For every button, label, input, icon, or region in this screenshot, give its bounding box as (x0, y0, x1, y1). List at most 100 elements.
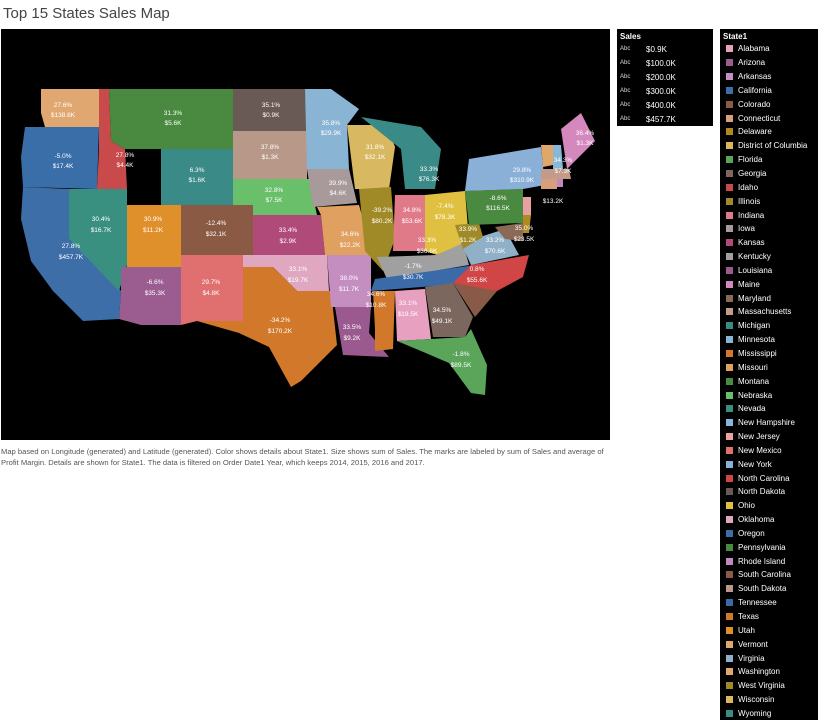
state-legend-item[interactable]: West Virginia (720, 679, 818, 693)
map-label: $32.1K (365, 154, 386, 161)
state-legend-item[interactable]: Delaware (720, 125, 818, 139)
sales-legend[interactable]: Sales Abc $0.9K Abc $100.0K Abc $200.0K Abc… (617, 29, 713, 126)
state-legend-item[interactable]: Vermont (720, 637, 818, 651)
state-color-legend[interactable]: State1 Alabama Arizona Arkansas California C… (720, 29, 818, 720)
state-legend-item[interactable]: District of Columbia (720, 139, 818, 153)
sales-legend-item[interactable]: Abc $457.7K (617, 112, 713, 126)
sales-legend-item[interactable]: Abc $100.0K (617, 56, 713, 70)
state-legend-item[interactable]: North Dakota (720, 485, 818, 499)
color-swatch (726, 349, 733, 357)
state-legend-item[interactable]: Indiana (720, 208, 818, 222)
state-legend-item[interactable]: Nebraska (720, 388, 818, 402)
state-legend-item[interactable]: Iowa (720, 222, 818, 236)
state-legend-item[interactable]: Arizona (720, 56, 818, 70)
state-legend-item[interactable]: Maine (720, 277, 818, 291)
state-legend-item[interactable]: Arkansas (720, 70, 818, 84)
sales-legend-item[interactable]: Abc $0.9K (617, 42, 713, 56)
state-legend-item[interactable]: New Mexico (720, 443, 818, 457)
state-legend-item[interactable]: North Carolina (720, 471, 818, 485)
state-new-york[interactable] (465, 147, 545, 191)
state-legend-label: Wisconsin (738, 695, 775, 705)
state-north-dakota[interactable] (233, 89, 307, 131)
state-legend-item[interactable]: New York (720, 457, 818, 471)
map-label: $4.4K (117, 162, 135, 169)
state-legend-item[interactable]: Virginia (720, 651, 818, 665)
state-legend-item[interactable]: Connecticut (720, 111, 818, 125)
state-legend-item[interactable]: Kansas (720, 236, 818, 250)
state-legend-item[interactable]: Pennsylvania (720, 540, 818, 554)
state-legend-label: Arkansas (738, 72, 772, 82)
state-legend-item[interactable]: California (720, 84, 818, 98)
map-label: -7.4% (437, 203, 454, 210)
sales-legend-item[interactable]: Abc $300.0K (617, 84, 713, 98)
state-legend-item[interactable]: Nevada (720, 402, 818, 416)
map-label: $16.7K (91, 227, 112, 234)
map-label: $89.5K (451, 362, 472, 369)
state-legend-item[interactable]: Colorado (720, 97, 818, 111)
state-legend-item[interactable]: Idaho (720, 180, 818, 194)
state-legend-item[interactable]: Maryland (720, 291, 818, 305)
state-utah[interactable] (127, 205, 181, 267)
sales-legend-item[interactable]: Abc $200.0K (617, 70, 713, 84)
state-legend-item[interactable]: New Jersey (720, 430, 818, 444)
state-legend-item[interactable]: South Carolina (720, 568, 818, 582)
state-legend-item[interactable]: Utah (720, 623, 818, 637)
state-legend-item[interactable]: Washington (720, 665, 818, 679)
color-swatch (726, 183, 733, 191)
state-legend-item[interactable]: New Hampshire (720, 416, 818, 430)
state-montana[interactable] (109, 89, 233, 149)
map-label: $138.6K (51, 112, 76, 119)
state-new-jersey[interactable] (523, 197, 531, 215)
sales-legend-item[interactable]: Abc $400.0K (617, 98, 713, 112)
map-label: 37.8% (261, 144, 280, 151)
color-swatch (726, 557, 733, 565)
state-legend-item[interactable]: Oklahoma (720, 513, 818, 527)
state-colorado[interactable] (181, 205, 253, 255)
color-swatch (726, 571, 733, 579)
state-legend-item[interactable]: Alabama (720, 42, 818, 56)
state-legend-label: South Carolina (738, 570, 791, 580)
state-legend-item[interactable]: Minnesota (720, 333, 818, 347)
state-legend-item[interactable]: Louisiana (720, 264, 818, 278)
abc-icon: Abc (620, 74, 631, 80)
sales-legend-value: $200.0K (646, 72, 676, 82)
state-vermont[interactable] (541, 145, 553, 167)
state-connecticut[interactable] (541, 179, 557, 189)
map-label: $17.4K (53, 163, 74, 170)
color-swatch (726, 599, 733, 607)
state-legend-item[interactable]: South Dakota (720, 582, 818, 596)
map-label: -12.4% (206, 220, 227, 227)
state-legend-item[interactable]: Massachusetts (720, 305, 818, 319)
map-label: $10.8K (366, 302, 387, 309)
state-legend-item[interactable]: Illinois (720, 194, 818, 208)
map-label: 33.4% (279, 227, 298, 234)
state-iowa[interactable] (307, 169, 357, 207)
state-legend-item[interactable]: Wyoming (720, 707, 818, 720)
state-mississippi[interactable] (373, 291, 395, 351)
state-legend-item[interactable]: Missouri (720, 360, 818, 374)
state-legend-item[interactable]: Florida (720, 153, 818, 167)
map-label: $53.6K (402, 218, 423, 225)
state-legend-item[interactable]: Montana (720, 374, 818, 388)
state-legend-item[interactable]: Kentucky (720, 250, 818, 264)
state-legend-item[interactable]: Wisconsin (720, 693, 818, 707)
color-swatch (726, 709, 733, 717)
state-legend-item[interactable]: Georgia (720, 167, 818, 181)
state-legend-item[interactable]: Ohio (720, 499, 818, 513)
state-legend-item[interactable]: Rhode Island (720, 554, 818, 568)
state-legend-item[interactable]: Texas (720, 610, 818, 624)
state-legend-label: Maryland (738, 293, 771, 303)
state-kansas[interactable] (253, 215, 325, 255)
color-swatch (726, 322, 733, 330)
state-legend-item[interactable]: Tennessee (720, 596, 818, 610)
map-label: $29.9K (321, 130, 342, 137)
state-legend-item[interactable]: Michigan (720, 319, 818, 333)
map-label: 39.9% (329, 180, 348, 187)
state-rhode-island[interactable] (557, 179, 563, 187)
map-label: $49.1K (432, 318, 453, 325)
map-label: $5.6K (165, 120, 183, 127)
state-legend-item[interactable]: Oregon (720, 527, 818, 541)
color-swatch (726, 142, 733, 150)
us-states-map[interactable]: 27.6% $138.6K 31.3% $5.6K 35.1% $0.9K 35… (1, 29, 610, 440)
state-legend-item[interactable]: Mississippi (720, 347, 818, 361)
